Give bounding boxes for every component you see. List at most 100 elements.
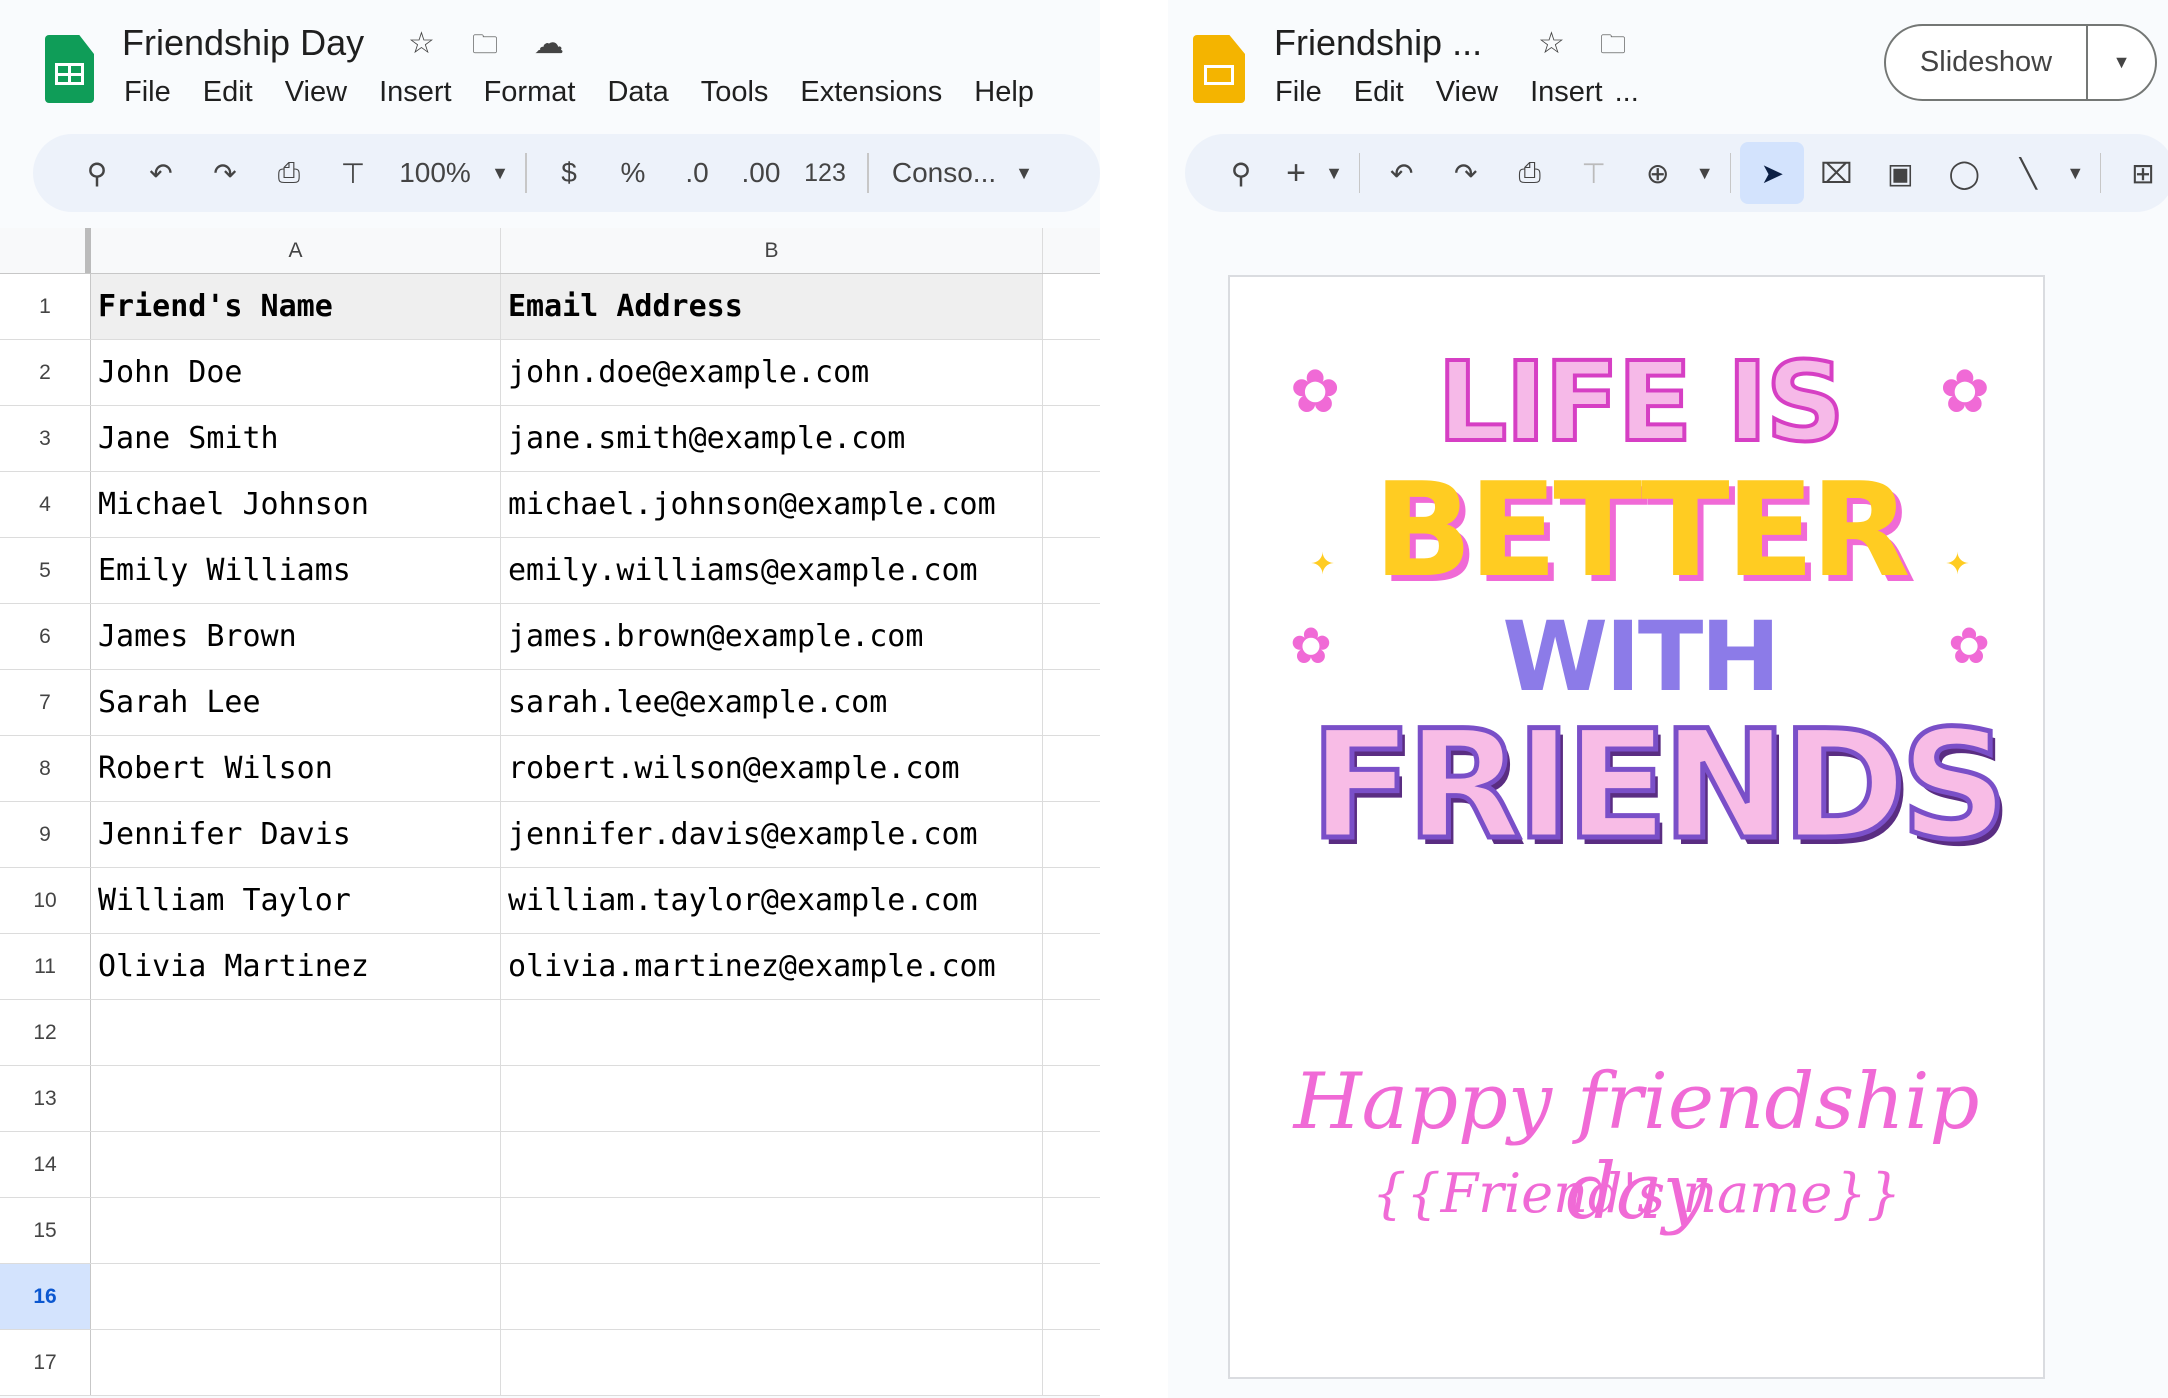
paint-format-icon[interactable]: ⊤ xyxy=(1562,145,1626,201)
chevron-down-icon[interactable]: ▼ xyxy=(2060,145,2090,201)
cell-name[interactable]: Sarah Lee xyxy=(91,670,501,735)
menu-extensions[interactable]: Extensions xyxy=(800,76,942,109)
star-icon[interactable]: ☆ xyxy=(1538,26,1565,61)
move-folder-icon[interactable]: 🗀 xyxy=(1600,26,1626,70)
select-cursor-icon[interactable]: ➤ xyxy=(1740,142,1805,204)
search-icon[interactable]: ⚲ xyxy=(1209,145,1273,201)
cell-name[interactable]: Michael Johnson xyxy=(91,472,501,537)
cell-email[interactable] xyxy=(501,1264,1043,1329)
cell-email[interactable] xyxy=(501,1198,1043,1263)
menu-edit[interactable]: Edit xyxy=(203,76,253,109)
cell-name[interactable]: Emily Williams xyxy=(91,538,501,603)
menu-tools[interactable]: Tools xyxy=(701,76,769,109)
sheets-logo-icon[interactable] xyxy=(45,35,94,103)
cell-email[interactable] xyxy=(501,1132,1043,1197)
cell-email[interactable] xyxy=(501,1330,1043,1395)
cell-email[interactable] xyxy=(501,1066,1043,1131)
slideshow-dropdown-icon[interactable]: ▼ xyxy=(2088,52,2155,73)
cell-email[interactable]: john.doe@example.com xyxy=(501,340,1043,405)
print-icon[interactable]: ⎙ xyxy=(257,145,321,201)
paint-format-icon[interactable]: ⊤ xyxy=(321,145,385,201)
cell-name[interactable] xyxy=(91,1066,501,1131)
cell-email[interactable]: william.taylor@example.com xyxy=(501,868,1043,933)
slides-logo-icon[interactable] xyxy=(1193,35,1245,103)
star-icon[interactable]: ☆ xyxy=(408,26,435,61)
menu-edit[interactable]: Edit xyxy=(1354,76,1404,109)
document-title[interactable]: Friendship ... xyxy=(1274,22,1482,64)
chevron-down-icon[interactable]: ▼ xyxy=(1319,145,1349,201)
row-number[interactable]: 11 xyxy=(0,934,91,999)
menu-file[interactable]: File xyxy=(1275,76,1322,109)
redo-icon[interactable]: ↷ xyxy=(193,145,257,201)
cell-name[interactable] xyxy=(91,1000,501,1065)
column-header-a[interactable]: A xyxy=(91,228,501,273)
cell-name[interactable]: Jennifer Davis xyxy=(91,802,501,867)
cell-email[interactable]: Email Address xyxy=(501,274,1043,339)
redo-icon[interactable]: ↷ xyxy=(1434,145,1498,201)
select-all-corner[interactable] xyxy=(0,228,91,273)
cell-name[interactable] xyxy=(91,1330,501,1395)
menu-help[interactable]: Help xyxy=(974,76,1034,109)
text-box-icon[interactable]: ⌧ xyxy=(1804,145,1868,201)
cell-name[interactable]: William Taylor xyxy=(91,868,501,933)
row-number[interactable]: 8 xyxy=(0,736,91,801)
shape-icon[interactable]: ◯ xyxy=(1932,145,1996,201)
print-icon[interactable]: ⎙ xyxy=(1498,145,1562,201)
search-icon[interactable]: ⚲ xyxy=(65,145,129,201)
row-number[interactable]: 15 xyxy=(0,1198,91,1263)
menu-format[interactable]: Format xyxy=(484,76,576,109)
percent-button[interactable]: % xyxy=(601,145,665,201)
cell-email[interactable]: james.brown@example.com xyxy=(501,604,1043,669)
menu-insert[interactable]: Insert xyxy=(379,76,452,109)
zoom-icon[interactable]: ⊕ xyxy=(1626,145,1690,201)
cell-name[interactable]: John Doe xyxy=(91,340,501,405)
cell-name[interactable] xyxy=(91,1198,501,1263)
chevron-down-icon[interactable]: ▼ xyxy=(1690,145,1720,201)
undo-icon[interactable]: ↶ xyxy=(129,145,193,201)
menu-more[interactable]: ... xyxy=(1615,76,1639,109)
row-number[interactable]: 14 xyxy=(0,1132,91,1197)
cell-email[interactable] xyxy=(501,1000,1043,1065)
chevron-down-icon[interactable]: ▼ xyxy=(485,145,515,201)
image-icon[interactable]: ▣ xyxy=(1868,145,1932,201)
cloud-saved-icon[interactable]: ☁ xyxy=(534,26,564,61)
row-number[interactable]: 1 xyxy=(0,274,91,339)
number-format-button[interactable]: 123 xyxy=(793,145,857,201)
slide-canvas[interactable]: LIFE IS BETTER WITH FRIENDS ✿ ✿ ✿ ✿ ✦ ✦ … xyxy=(1228,275,2045,1379)
decrease-decimal-button[interactable]: .0 xyxy=(665,145,729,201)
row-number[interactable]: 10 xyxy=(0,868,91,933)
cell-email[interactable]: sarah.lee@example.com xyxy=(501,670,1043,735)
row-number[interactable]: 2 xyxy=(0,340,91,405)
cell-name[interactable]: Olivia Martinez xyxy=(91,934,501,999)
slideshow-button[interactable]: Slideshow xyxy=(1886,26,2088,99)
cell-email[interactable]: jane.smith@example.com xyxy=(501,406,1043,471)
document-title[interactable]: Friendship Day xyxy=(122,22,364,64)
row-number[interactable]: 3 xyxy=(0,406,91,471)
zoom-select[interactable]: 100% xyxy=(385,145,485,201)
chevron-down-icon[interactable]: ▼ xyxy=(1009,145,1039,201)
menu-view[interactable]: View xyxy=(285,76,347,109)
row-number[interactable]: 9 xyxy=(0,802,91,867)
cell-email[interactable]: olivia.martinez@example.com xyxy=(501,934,1043,999)
cell-name[interactable] xyxy=(91,1264,501,1329)
row-number[interactable]: 17 xyxy=(0,1330,91,1395)
friend-name-placeholder[interactable]: {{Friend's name}} xyxy=(1230,1162,2043,1225)
row-number[interactable]: 6 xyxy=(0,604,91,669)
cell-name[interactable]: James Brown xyxy=(91,604,501,669)
cell-name[interactable]: Robert Wilson xyxy=(91,736,501,801)
row-number[interactable]: 13 xyxy=(0,1066,91,1131)
menu-data[interactable]: Data xyxy=(607,76,668,109)
cell-email[interactable]: robert.wilson@example.com xyxy=(501,736,1043,801)
new-slide-icon[interactable]: + xyxy=(1273,145,1319,201)
menu-file[interactable]: File xyxy=(124,76,171,109)
column-header-b[interactable]: B xyxy=(501,228,1043,273)
row-number[interactable]: 7 xyxy=(0,670,91,735)
menu-insert[interactable]: Insert xyxy=(1530,76,1603,109)
currency-button[interactable]: $ xyxy=(537,145,601,201)
cell-name[interactable]: Jane Smith xyxy=(91,406,501,471)
row-number[interactable]: 5 xyxy=(0,538,91,603)
menu-view[interactable]: View xyxy=(1436,76,1498,109)
increase-decimal-button[interactable]: .00 xyxy=(729,145,793,201)
cell-email[interactable]: jennifer.davis@example.com xyxy=(501,802,1043,867)
undo-icon[interactable]: ↶ xyxy=(1370,145,1434,201)
